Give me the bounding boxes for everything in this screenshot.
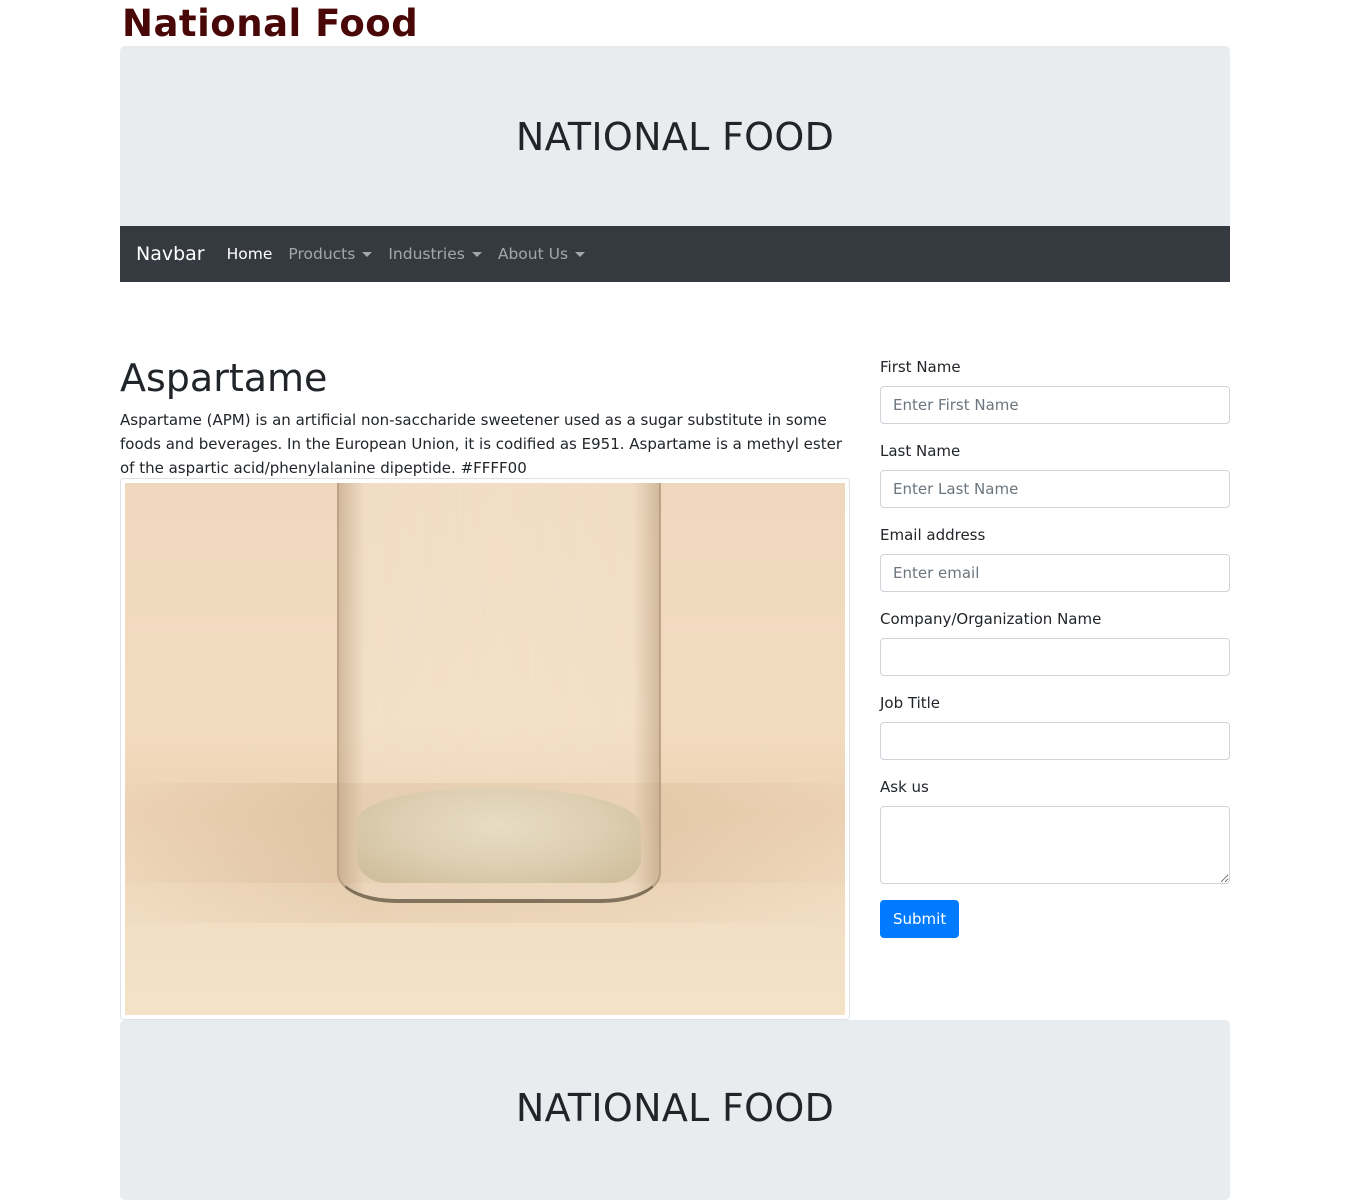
nav-item-products[interactable]: Products xyxy=(288,245,373,263)
first-name-input[interactable] xyxy=(880,386,1230,424)
footer-jumbotron-title: NATIONAL FOOD xyxy=(515,1086,835,1130)
product-image xyxy=(120,478,850,1020)
footer-jumbotron: NATIONAL FOOD xyxy=(120,1020,1230,1200)
contact-form: First Name Last Name Email address Compa… xyxy=(880,356,1230,938)
header-jumbotron: NATIONAL FOOD xyxy=(120,46,1230,226)
article-body: Aspartame (APM) is an artificial non-sac… xyxy=(120,411,842,477)
jumbotron-title: NATIONAL FOOD xyxy=(515,114,835,159)
nav-item-about-us[interactable]: About Us xyxy=(497,245,586,263)
caret-down-icon xyxy=(471,251,482,257)
nav-item-label: Industries xyxy=(388,245,465,263)
article: Aspartame Aspartame (APM) is an artifici… xyxy=(120,350,850,480)
form-group-company: Company/Organization Name xyxy=(880,608,1230,676)
form-group-first-name: First Name xyxy=(880,356,1230,424)
form-group-job-title: Job Title xyxy=(880,692,1230,760)
aspartame-photo xyxy=(125,483,845,1015)
job-title-input[interactable] xyxy=(880,722,1230,760)
article-heading: Aspartame xyxy=(120,356,328,400)
caret-down-icon xyxy=(362,251,373,257)
job-title-label: Job Title xyxy=(880,694,941,712)
navbar-brand[interactable]: Navbar xyxy=(136,243,205,265)
form-group-ask-us: Ask us xyxy=(880,776,1230,884)
first-name-label: First Name xyxy=(880,358,961,376)
last-name-label: Last Name xyxy=(880,442,961,460)
nav-item-label: Home xyxy=(226,245,273,263)
submit-button[interactable]: Submit xyxy=(880,900,960,938)
email-input[interactable] xyxy=(880,554,1230,592)
site-brand-title: National Food xyxy=(122,2,419,45)
navbar: Navbar Home Products Industries About Us xyxy=(120,226,1230,282)
ask-us-textarea[interactable] xyxy=(880,806,1230,884)
caret-down-icon xyxy=(575,251,586,257)
nav-item-label: Products xyxy=(288,245,356,263)
ask-us-label: Ask us xyxy=(880,778,929,796)
nav-item-home[interactable]: Home xyxy=(227,245,273,263)
nav-item-label: About Us xyxy=(497,245,569,263)
company-label: Company/Organization Name xyxy=(880,610,1102,628)
powder-graphic xyxy=(357,788,641,883)
nav-item-industries[interactable]: Industries xyxy=(388,245,482,263)
form-group-email: Email address xyxy=(880,524,1230,592)
company-input[interactable] xyxy=(880,638,1230,676)
email-label: Email address xyxy=(880,526,986,544)
form-group-last-name: Last Name xyxy=(880,440,1230,508)
last-name-input[interactable] xyxy=(880,470,1230,508)
